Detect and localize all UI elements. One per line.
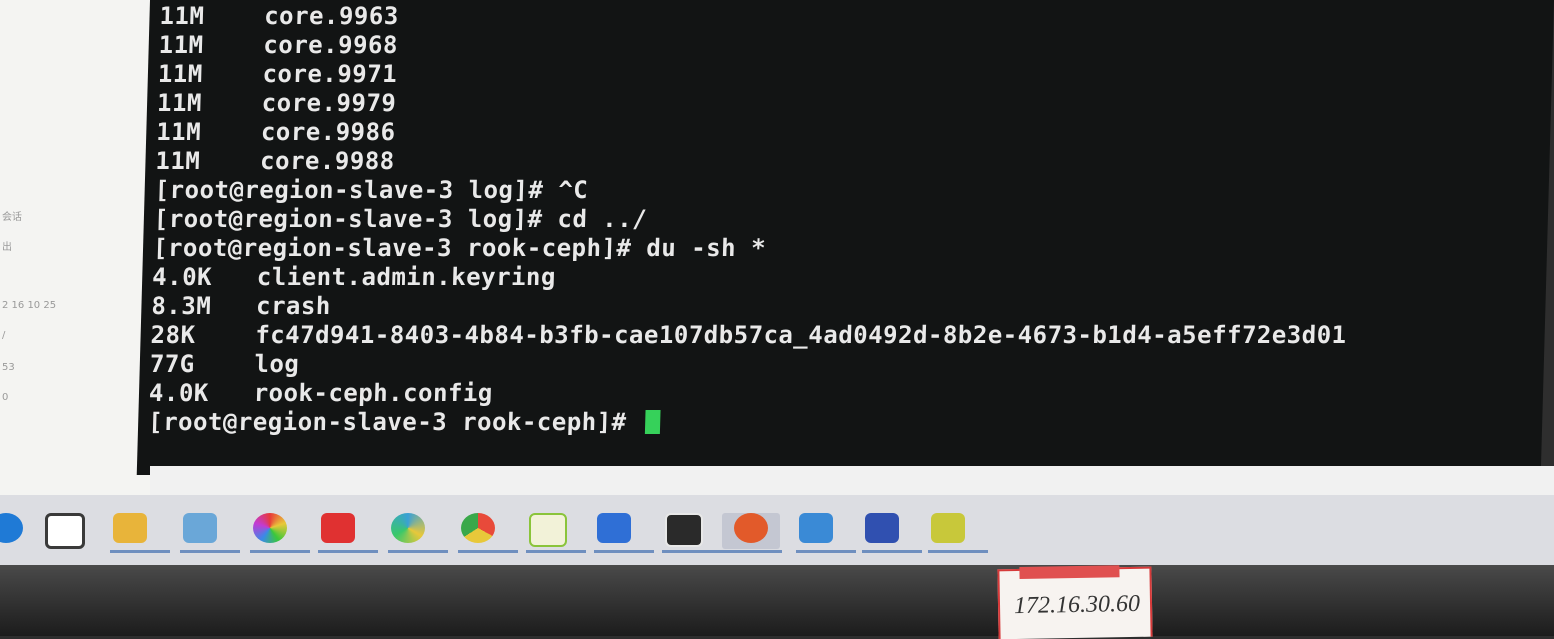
side-text-fragment: 出 — [2, 242, 12, 253]
side-text-fragment: 2 16 10 25 — [2, 300, 57, 311]
ip-address-sticker: 172.16.30.60 — [997, 565, 1153, 639]
taskbar-glyph — [665, 513, 703, 547]
taskbar-glyph — [0, 513, 23, 543]
terminal-line: 11M core.9988 — [155, 147, 396, 175]
sticker-tab — [1019, 565, 1120, 579]
taskbar-glyph — [529, 513, 567, 547]
terminal-line: 4.0K rook-ceph.config — [148, 379, 494, 407]
color-app-icon[interactable] — [250, 513, 310, 553]
taskbar-running-indicator — [110, 550, 170, 553]
terminal-icon[interactable] — [662, 513, 722, 553]
chrome-like-icon[interactable] — [388, 513, 448, 553]
taskbar-glyph — [253, 513, 287, 543]
side-text-fragment: 会话 — [2, 212, 22, 223]
taskbar-glyph — [865, 513, 899, 543]
taskbar-running-indicator — [796, 550, 856, 553]
terminal-line: [root@region-slave-3 log]# ^C — [154, 176, 589, 204]
taskbar-running-indicator — [594, 550, 654, 553]
terminal-line: [root@region-slave-3 log]# cd ../ — [153, 205, 648, 233]
taskbar-running-indicator — [928, 550, 988, 553]
taskbar-glyph — [183, 513, 217, 543]
terminal-line: 8.3M crash — [151, 292, 332, 320]
xshell-icon[interactable] — [722, 513, 782, 553]
terminal-line: 28K fc47d941-8403-4b84-b3fb-cae107db57ca… — [150, 321, 1347, 349]
taskbar-glyph — [391, 513, 425, 543]
document-viewer-icon[interactable] — [180, 513, 240, 553]
taskbar-running-indicator — [458, 550, 518, 553]
terminal-line: 11M core.9963 — [159, 2, 400, 30]
taskbar-running-indicator — [722, 550, 782, 553]
taskbar — [0, 495, 1554, 565]
taskbar-running-indicator — [180, 550, 240, 553]
terminal-line: 77G log — [149, 350, 300, 378]
sticker-ip-label: 172.16.30.60 — [1013, 590, 1141, 620]
taskbar-running-indicator — [862, 550, 922, 553]
terminal-line: 11M core.9971 — [157, 60, 398, 88]
terminal-line: 4.0K client.admin.keyring — [151, 263, 557, 291]
terminal-line: 11M core.9986 — [155, 118, 396, 146]
browser-edge-icon[interactable] — [0, 513, 26, 549]
mail-icon[interactable] — [42, 513, 85, 549]
window-bottom-edge — [150, 466, 1554, 496]
side-text-fragment: 53 — [2, 362, 15, 373]
taskbar-running-indicator — [318, 550, 378, 553]
taskbar-running-indicator — [250, 550, 310, 553]
terminal-line: 11M core.9968 — [158, 31, 399, 59]
taskbar-glyph — [597, 513, 631, 543]
file-explorer-icon[interactable] — [110, 513, 170, 553]
monitor-bezel — [0, 565, 1554, 636]
taskbar-glyph — [931, 513, 965, 543]
chrome-icon[interactable] — [458, 513, 518, 553]
folder-sync-icon[interactable] — [928, 513, 988, 553]
side-text-fragment: / — [2, 330, 6, 341]
taskbar-glyph — [321, 513, 355, 543]
terminal-line: [root@region-slave-3 rook-ceph]# du -sh … — [152, 234, 767, 262]
terminal-cursor — [645, 410, 661, 434]
taskbar-running-indicator — [388, 550, 448, 553]
wps-office-icon[interactable] — [318, 513, 378, 553]
taskbar-glyph — [45, 513, 85, 549]
taskbar-running-indicator — [662, 550, 722, 553]
terminal-output: 11M core.9963 11M core.9968 11M core.997… — [148, 2, 1356, 437]
vpn-lock-icon[interactable] — [594, 513, 654, 553]
taskbar-glyph — [799, 513, 833, 543]
terminal-prompt-line[interactable]: [root@region-slave-3 rook-ceph]# — [148, 408, 1345, 437]
taskbar-running-indicator — [526, 550, 586, 553]
taskbar-glyph — [113, 513, 147, 543]
terminal-window[interactable]: 11M core.9963 11M core.9968 11M core.997… — [136, 0, 1554, 475]
terminal-line: 11M core.9979 — [156, 89, 397, 117]
terminal-prompt: [root@region-slave-3 rook-ceph]# — [147, 408, 642, 436]
taskbar-glyph — [461, 513, 495, 543]
remote-desktop-icon[interactable] — [796, 513, 856, 553]
notes-icon[interactable] — [526, 513, 586, 553]
taskbar-glyph — [734, 513, 768, 543]
side-text-fragment: 0 — [2, 392, 9, 403]
network-computer-icon[interactable] — [862, 513, 922, 553]
